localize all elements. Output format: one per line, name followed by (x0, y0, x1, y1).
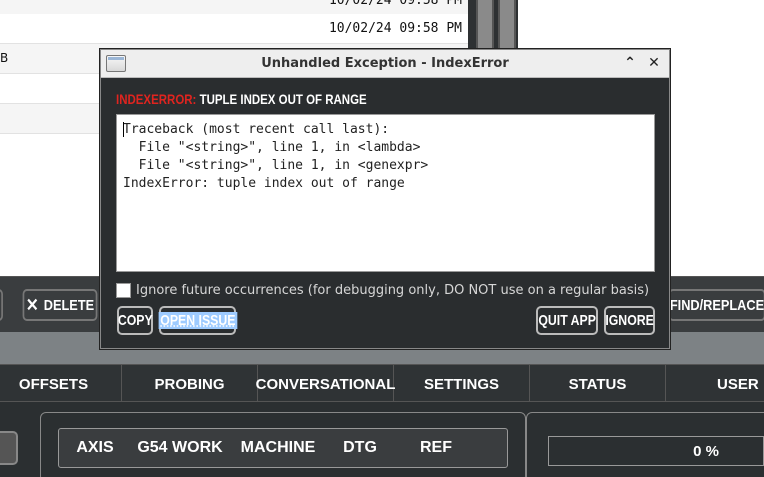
tab-offsets[interactable]: OFFSETS (0, 365, 122, 403)
error-message: TUPLE INDEX OUT OF RANGE (199, 91, 367, 107)
chevron-up-icon[interactable]: ⌃ (621, 54, 639, 72)
delete-button[interactable]: ✕ DELETE (22, 289, 98, 321)
file-name: B (0, 51, 9, 65)
dialog-title: Unhandled Exception - IndexError (261, 56, 509, 71)
dro-tab-bar: AXIS G54 WORK MACHINE DTG REF (58, 428, 508, 468)
progress-bar: 0 % (548, 436, 764, 466)
main-tab-bar: OFFSETS PROBING CONVERSATIONAL SETTINGS … (0, 364, 764, 403)
tab-probing[interactable]: PROBING (122, 365, 258, 403)
scrollbar[interactable] (498, 0, 516, 50)
find-replace-label: FIND/REPLACE (669, 296, 764, 314)
ignore-checkbox[interactable] (116, 282, 131, 298)
dro-tab-ref[interactable]: REF (393, 439, 479, 457)
quit-app-button[interactable]: QUIT APP (536, 306, 598, 335)
tab-settings[interactable]: SETTINGS (394, 365, 530, 403)
open-issue-button[interactable]: OPEN ISSUE (158, 306, 237, 335)
tab-label: STATUS (568, 375, 627, 393)
close-icon: ✕ (25, 294, 39, 315)
ignore-button[interactable]: IGNORE (604, 306, 655, 335)
traceback-line: Traceback (most recent call last): (123, 122, 390, 137)
tab-label: OFFSETS (18, 375, 89, 393)
ignore-label: Ignore future occurrences (for debugging… (136, 282, 650, 298)
copy-label: COPY (117, 312, 153, 329)
ignore-row: Ignore future occurrences (for debugging… (116, 281, 649, 299)
toolbar-button[interactable] (0, 289, 3, 321)
panel-handle[interactable] (0, 431, 18, 465)
dro-tab-g54-work[interactable]: G54 WORK (131, 439, 229, 457)
error-heading: INDEXERROR: TUPLE INDEX OUT OF RANGE (116, 91, 367, 107)
exception-dialog: Unhandled Exception - IndexError ⌃ ✕ IND… (100, 49, 670, 349)
file-date: 10/02/24 09:58 PM (328, 0, 462, 8)
app-window: 10/02/24 09:58 PM 10/02/24 09:58 PM B ✕ … (0, 0, 764, 477)
traceback-line: File "<string>", line 1, in <genexpr> (123, 158, 429, 173)
tab-user[interactable]: USER (666, 365, 764, 403)
scrollbar[interactable] (476, 0, 494, 50)
ignore-label-button: IGNORE (605, 312, 654, 329)
close-icon[interactable]: ✕ (645, 54, 663, 72)
tab-label: PROBING (154, 375, 225, 393)
tab-conversational[interactable]: CONVERSATIONAL (255, 365, 396, 403)
dro-tab-dtg[interactable]: DTG (327, 439, 393, 457)
dro-tab-axis[interactable]: AXIS (59, 439, 131, 457)
dialog-titlebar[interactable]: Unhandled Exception - IndexError ⌃ ✕ (101, 50, 669, 78)
traceback-line: IndexError: tuple index out of range (123, 176, 405, 191)
traceback-line: File "<string>", line 1, in <lambda> (123, 140, 421, 155)
delete-label: DELETE (43, 296, 95, 314)
tab-label: CONVERSATIONAL (255, 375, 396, 393)
error-type: INDEXERROR: (116, 91, 197, 107)
text-cursor (123, 122, 124, 137)
dro-tab-machine[interactable]: MACHINE (229, 439, 327, 457)
open-issue-label: OPEN ISSUE (158, 312, 237, 329)
tab-status[interactable]: STATUS (530, 365, 666, 403)
find-replace-button[interactable]: FIND/REPLACE (668, 289, 764, 321)
list-item[interactable]: 10/02/24 09:58 PM (0, 14, 468, 44)
file-date: 10/02/24 09:58 PM (328, 21, 462, 36)
tab-label: USER (717, 375, 759, 393)
quit-app-label: QUIT APP (538, 312, 596, 329)
traceback-text[interactable]: Traceback (most recent call last): File … (116, 114, 655, 272)
progress-text: 0 % (693, 443, 719, 460)
tab-label: SETTINGS (423, 375, 499, 393)
copy-button[interactable]: COPY (117, 306, 153, 335)
